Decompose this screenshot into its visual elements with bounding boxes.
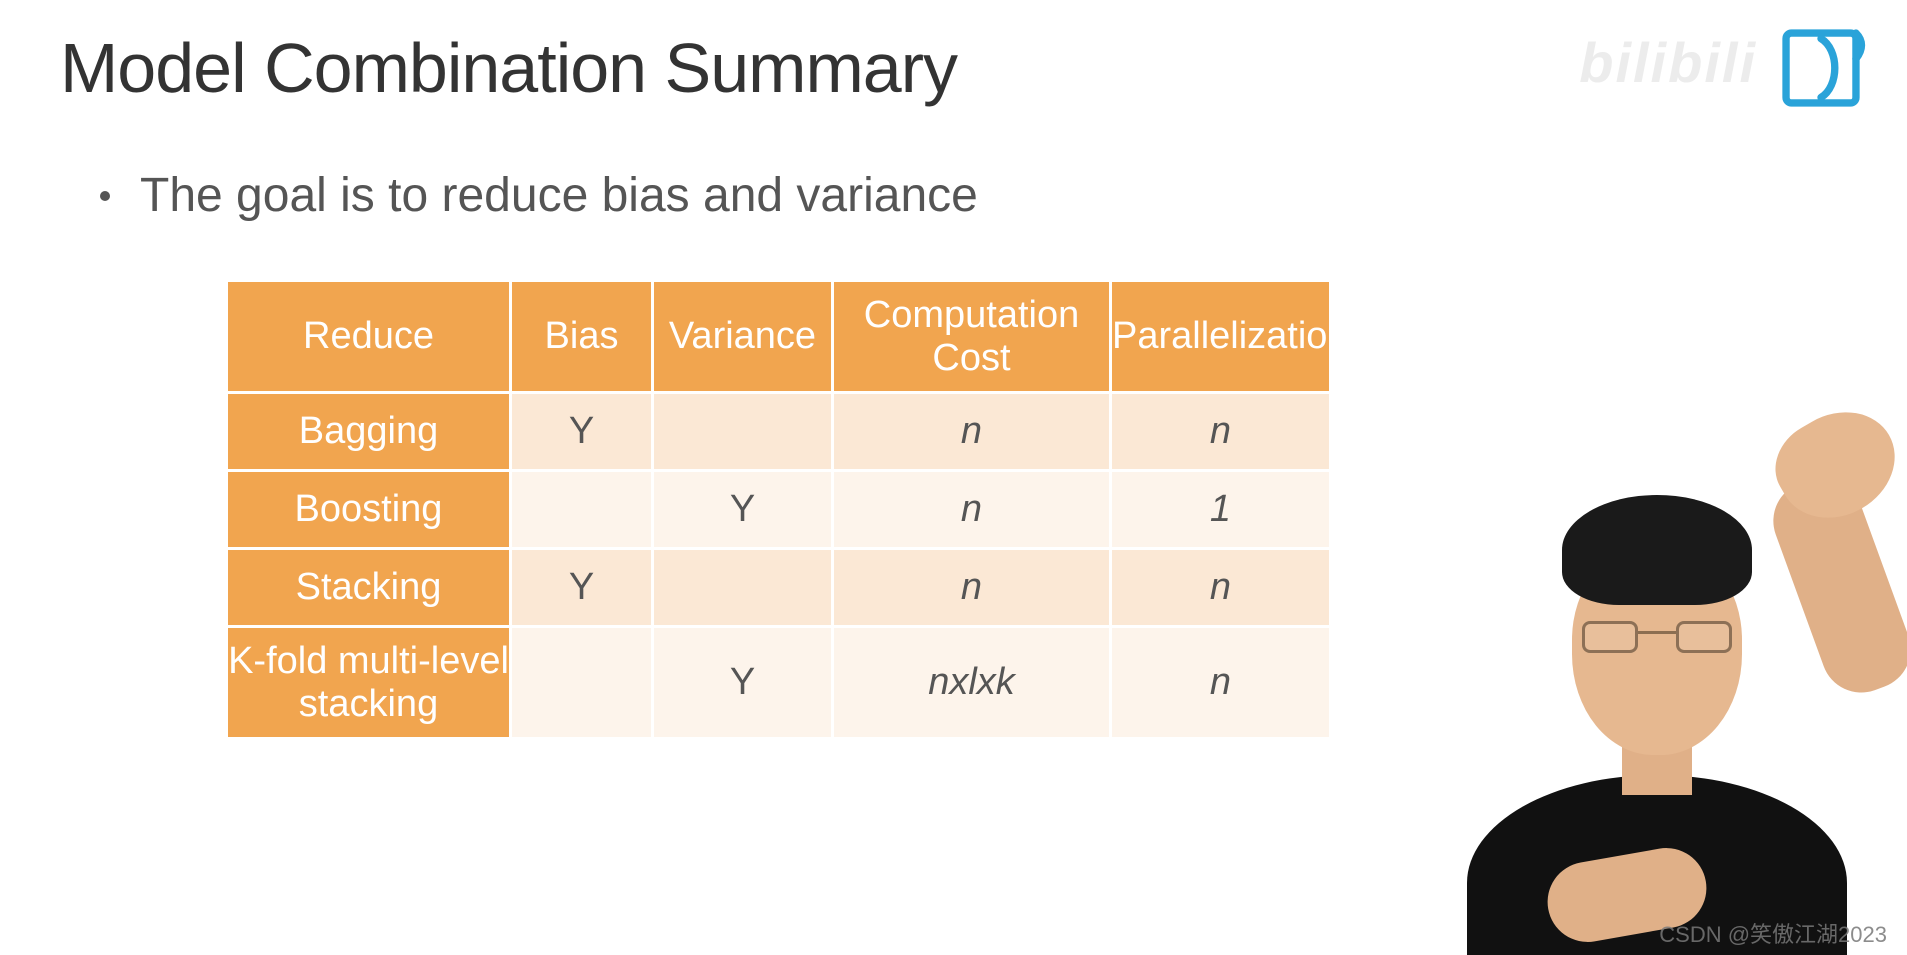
- cell-bias: Y: [511, 549, 653, 627]
- cell-variance: Y: [653, 627, 833, 739]
- bullet-row: The goal is to reduce bias and variance: [100, 168, 1847, 223]
- cell-parallel: 1: [1111, 471, 1331, 549]
- header-parallelization: Parallelization: [1111, 281, 1331, 393]
- table-row: Bagging Y n n: [227, 393, 1331, 471]
- table-row: Stacking Y n n: [227, 549, 1331, 627]
- bullet-text: The goal is to reduce bias and variance: [140, 168, 978, 223]
- cell-bias: Y: [511, 393, 653, 471]
- comparison-table: Reduce Bias Variance Computation Cost Pa…: [225, 279, 1329, 740]
- brand-logo: [1775, 22, 1867, 114]
- header-computation: Computation Cost: [833, 281, 1111, 393]
- table-row: Boosting Y n 1: [227, 471, 1331, 549]
- bullet-dot-icon: [100, 191, 110, 201]
- row-label: Boosting: [227, 471, 511, 549]
- header-variance: Variance: [653, 281, 833, 393]
- cell-variance: [653, 549, 833, 627]
- cell-cost: n: [833, 549, 1111, 627]
- csdn-watermark: CSDN @笑傲江湖2023: [1659, 917, 1887, 949]
- row-label: Bagging: [227, 393, 511, 471]
- cell-bias: [511, 471, 653, 549]
- cell-cost: n: [833, 471, 1111, 549]
- table-row: K-fold multi-level stacking Y nxlxk n: [227, 627, 1331, 739]
- cell-bias: [511, 627, 653, 739]
- cell-variance: [653, 393, 833, 471]
- row-label: Stacking: [227, 549, 511, 627]
- row-label: K-fold multi-level stacking: [227, 627, 511, 739]
- slide: bilibili Model Combination Summary The g…: [0, 0, 1907, 955]
- table-header-row: Reduce Bias Variance Computation Cost Pa…: [227, 281, 1331, 393]
- cell-parallel: n: [1111, 627, 1331, 739]
- cell-variance: Y: [653, 471, 833, 549]
- header-bias: Bias: [511, 281, 653, 393]
- cell-parallel: n: [1111, 393, 1331, 471]
- cell-cost: n: [833, 393, 1111, 471]
- presenter-figure: [1437, 475, 1877, 955]
- cell-cost: nxlxk: [833, 627, 1111, 739]
- cell-parallel: n: [1111, 549, 1331, 627]
- bilibili-watermark: bilibili: [1579, 30, 1757, 95]
- header-reduce: Reduce: [227, 281, 511, 393]
